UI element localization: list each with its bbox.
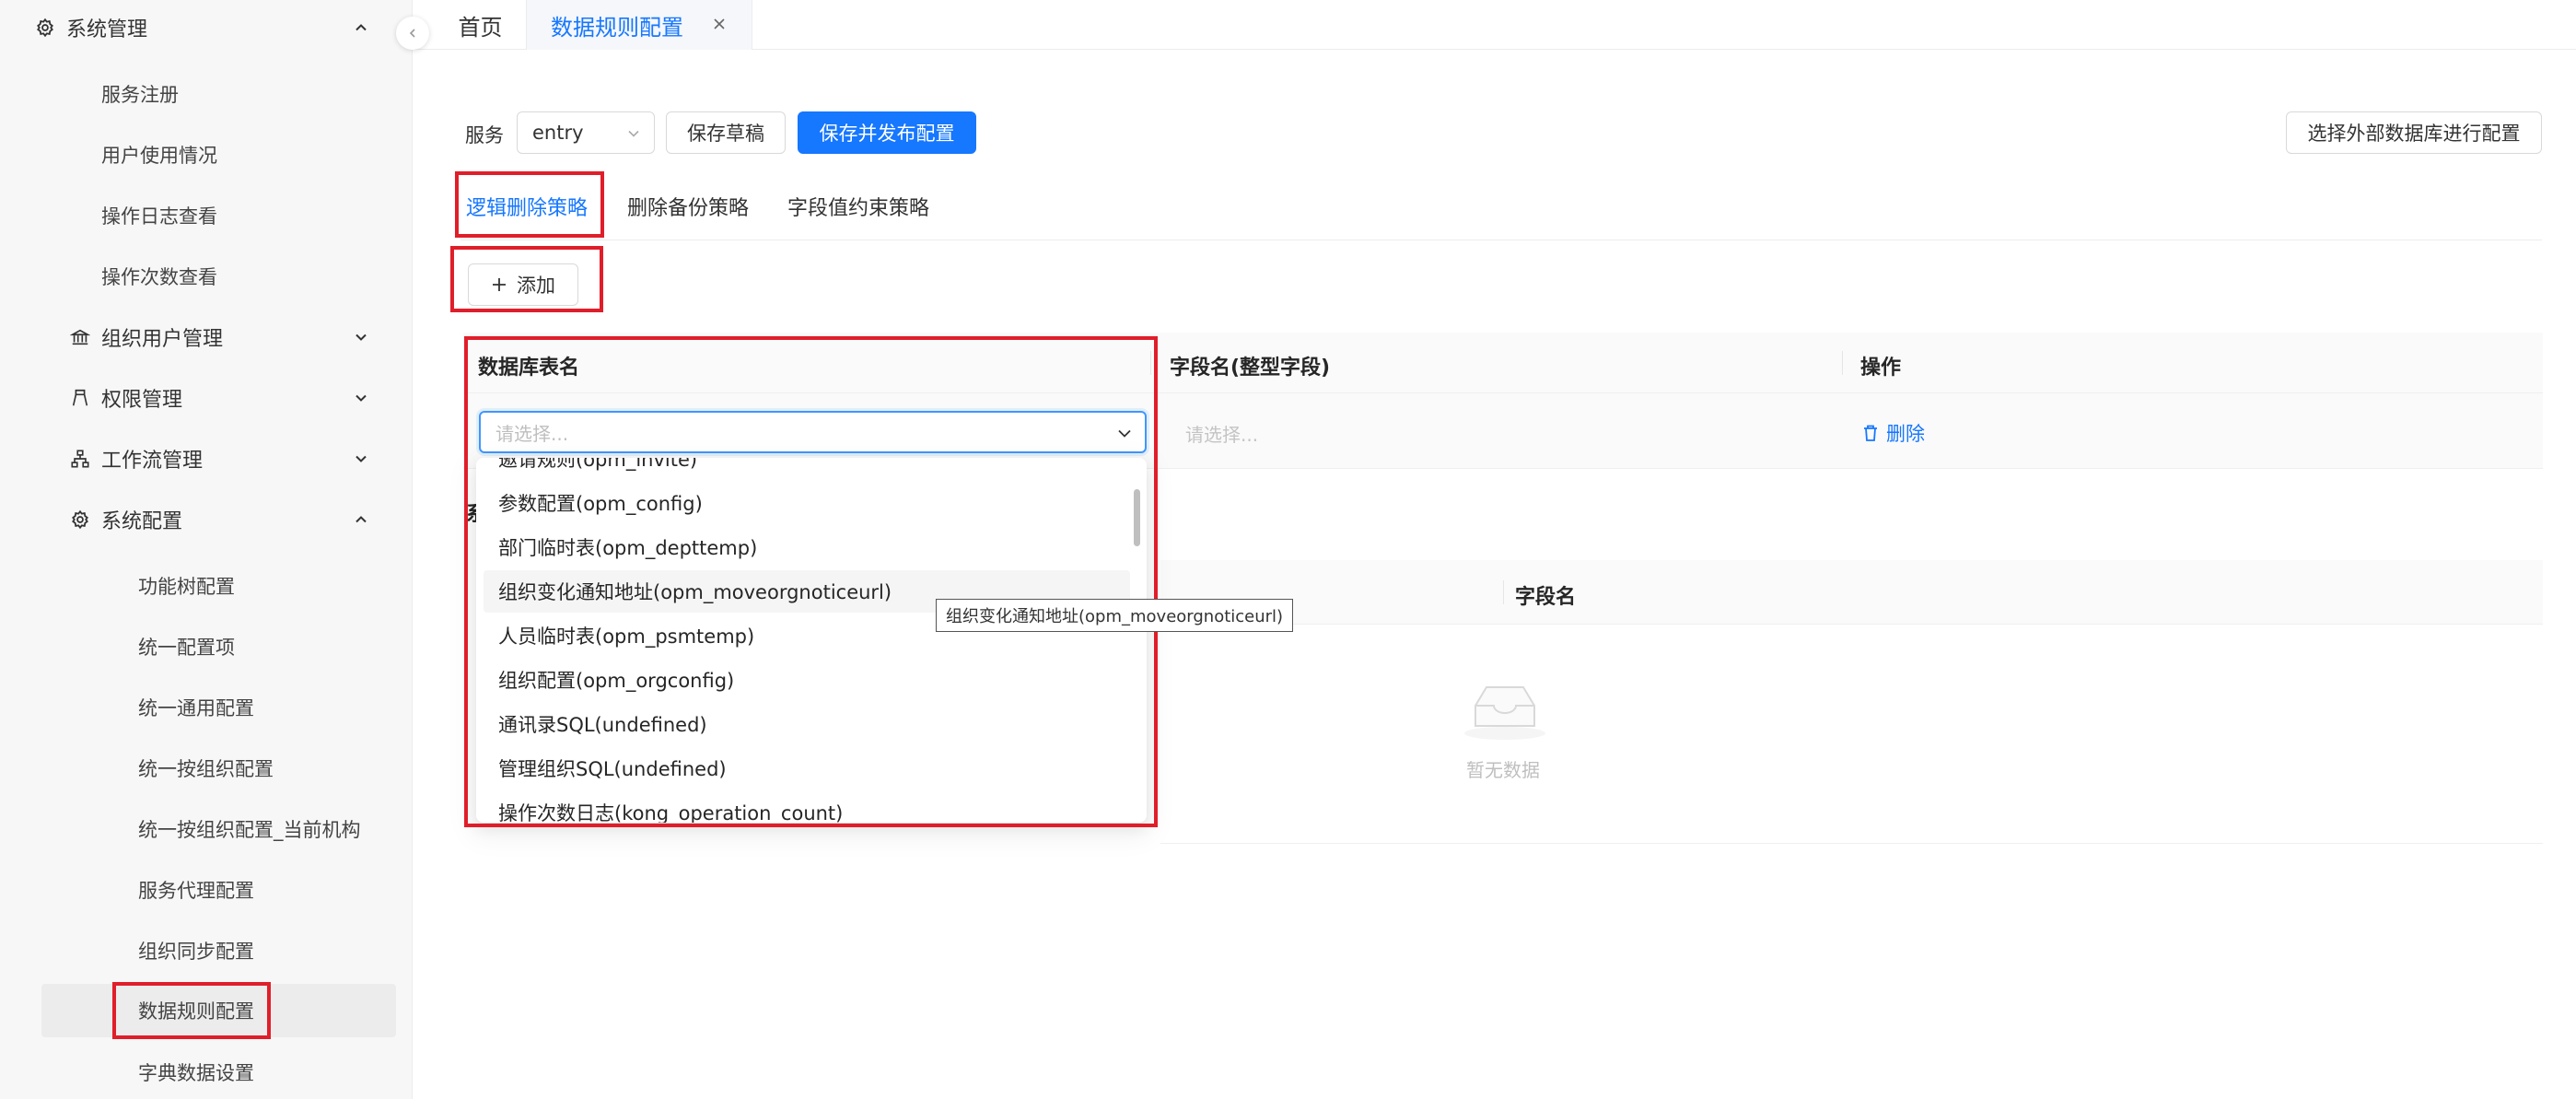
field-name-select[interactable]: 请选择... bbox=[1185, 420, 1258, 447]
collapse-sidebar-button[interactable] bbox=[396, 17, 429, 50]
sidebar-item-label: 字典数据设置 bbox=[138, 1062, 254, 1084]
sidebar-item-label: 服务代理配置 bbox=[138, 880, 254, 902]
chevron-down-icon bbox=[352, 389, 370, 407]
sidebar-item-dictionary[interactable]: 字典数据设置 bbox=[0, 1046, 413, 1099]
tab-data-rule-config[interactable]: 数据规则配置 bbox=[527, 0, 752, 50]
menu-group-label: 权限管理 bbox=[101, 389, 183, 412]
menu-group-label: 组织用户管理 bbox=[101, 328, 224, 351]
service-select-value: entry bbox=[532, 122, 584, 144]
backup-table-body bbox=[1160, 625, 2543, 844]
sidebar-item-service-proxy[interactable]: 服务代理配置 bbox=[0, 863, 413, 917]
trash-icon bbox=[1862, 424, 1879, 442]
menu-group-system-management[interactable]: 系统管理 bbox=[0, 2, 413, 53]
tab-label: 数据规则配置 bbox=[551, 14, 683, 41]
chevron-down-icon bbox=[624, 124, 643, 143]
sidebar-item-label: 功能树配置 bbox=[138, 576, 235, 598]
page-tab-bar: 首页 数据规则配置 bbox=[414, 0, 2576, 50]
tab-home[interactable]: 首页 bbox=[435, 0, 527, 50]
column-header-field-name-2: 字段名 bbox=[1515, 586, 1577, 609]
tab-field-constraint[interactable]: 字段值约束策略 bbox=[787, 192, 929, 221]
highlight-box-table-select bbox=[464, 336, 1158, 827]
sidebar-item-unified-config[interactable]: 统一配置项 bbox=[0, 620, 413, 673]
service-label: 服务 bbox=[465, 124, 504, 146]
sidebar-item-label: 服务注册 bbox=[101, 84, 179, 106]
sidebar-item-label: 统一配置项 bbox=[138, 637, 235, 659]
close-icon[interactable] bbox=[707, 12, 731, 36]
gear-icon bbox=[68, 508, 92, 532]
sidebar-item-org-sync[interactable]: 组织同步配置 bbox=[0, 924, 413, 977]
option-tooltip: 组织变化通知地址(opm_moveorgnoticeurl) bbox=[936, 599, 1294, 632]
sidebar-item-label: 统一按组织配置_当前机构 bbox=[138, 819, 361, 841]
highlight-box-add-button bbox=[450, 246, 603, 312]
chevron-left-icon bbox=[407, 25, 418, 42]
sidebar-item-unified-general[interactable]: 统一通用配置 bbox=[0, 681, 413, 734]
bank-icon bbox=[68, 325, 92, 349]
menu-group-org-user[interactable]: 组织用户管理 bbox=[0, 311, 413, 363]
empty-inbox-icon bbox=[1461, 680, 1549, 744]
chevron-down-icon bbox=[352, 328, 370, 346]
sidebar: 系统管理 服务注册 用户使用情况 操作日志查看 操作次数查看 组织用户管理 权限… bbox=[0, 0, 413, 1099]
delete-label: 删除 bbox=[1886, 423, 1925, 445]
sidebar-item-label: 操作日志查看 bbox=[101, 205, 217, 228]
sidebar-item-operation-count[interactable]: 操作次数查看 bbox=[0, 250, 413, 303]
sidebar-item-label: 统一按组织配置 bbox=[138, 758, 274, 780]
chevron-up-icon bbox=[352, 18, 370, 37]
sidebar-item-service-register[interactable]: 服务注册 bbox=[0, 67, 413, 121]
sidebar-item-label: 操作次数查看 bbox=[101, 266, 217, 288]
sidebar-item-user-usage[interactable]: 用户使用情况 bbox=[0, 128, 413, 181]
sidebar-item-org-config-current[interactable]: 统一按组织配置_当前机构 bbox=[0, 802, 413, 856]
column-divider bbox=[1503, 580, 1504, 604]
sidebar-item-org-config[interactable]: 统一按组织配置 bbox=[0, 742, 413, 795]
menu-group-workflow[interactable]: 工作流管理 bbox=[0, 433, 413, 485]
sidebar-item-label: 统一通用配置 bbox=[138, 697, 254, 719]
menu-group-label: 系统配置 bbox=[101, 510, 183, 533]
chevron-down-icon bbox=[352, 450, 370, 468]
column-header-action: 操作 bbox=[1860, 357, 1902, 380]
menu-group-permission[interactable]: 权限管理 bbox=[0, 372, 413, 424]
chevron-up-icon bbox=[352, 510, 370, 529]
tab-delete-backup[interactable]: 删除备份策略 bbox=[627, 192, 749, 221]
highlight-box-sidebar bbox=[112, 982, 271, 1039]
save-publish-button[interactable]: 保存并发布配置 bbox=[798, 111, 976, 154]
menu-group-label: 工作流管理 bbox=[101, 450, 204, 473]
workflow-icon bbox=[68, 447, 92, 471]
empty-text: 暂无数据 bbox=[1466, 759, 1540, 781]
sidebar-item-label: 组织同步配置 bbox=[138, 941, 254, 963]
backup-table-header: 字段名 bbox=[1160, 560, 2543, 625]
highlight-box-strategy-tab bbox=[455, 171, 604, 238]
menu-group-system-config[interactable]: 系统配置 bbox=[0, 494, 413, 545]
delete-button[interactable]: 删除 bbox=[1862, 419, 1925, 447]
external-db-config-button[interactable]: 选择外部数据库进行配置 bbox=[2286, 111, 2542, 154]
column-header-field-name: 字段名(整型字段) bbox=[1170, 357, 1331, 380]
user-icon bbox=[68, 386, 92, 410]
save-draft-button[interactable]: 保存草稿 bbox=[666, 111, 786, 154]
menu-group-label: 系统管理 bbox=[66, 18, 148, 41]
gear-icon bbox=[33, 16, 57, 40]
sidebar-item-operation-log[interactable]: 操作日志查看 bbox=[0, 189, 413, 242]
sidebar-item-label: 用户使用情况 bbox=[101, 145, 217, 167]
service-select[interactable]: entry bbox=[517, 111, 655, 154]
column-divider bbox=[1842, 351, 1843, 375]
sidebar-item-function-tree[interactable]: 功能树配置 bbox=[0, 559, 413, 613]
